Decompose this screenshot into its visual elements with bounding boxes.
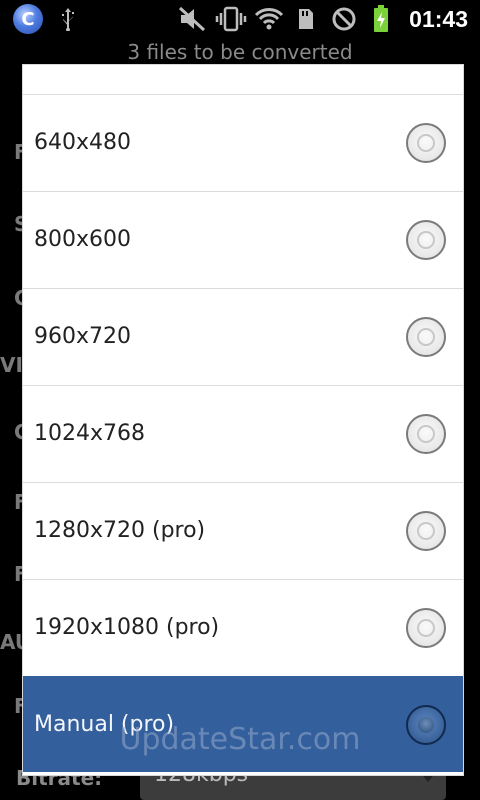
radio-button-icon[interactable] xyxy=(406,317,446,357)
usb-icon xyxy=(56,0,80,38)
resolution-option-1280x720[interactable]: 1280x720 (pro) xyxy=(23,482,463,578)
option-label: 1280x720 (pro) xyxy=(34,518,206,543)
status-clock: 01:43 xyxy=(409,6,468,32)
resolution-option-960x720[interactable]: 960x720 xyxy=(23,288,463,384)
resolution-dialog: 640x480 800x600 960x720 1024x768 1280x72… xyxy=(22,64,464,776)
option-label: 1024x768 xyxy=(34,421,145,446)
radio-button-icon[interactable] xyxy=(406,123,446,163)
resolution-option-640x480[interactable]: 640x480 xyxy=(23,94,463,190)
radio-button-icon[interactable] xyxy=(406,511,446,551)
watermark: UpdateStar.com xyxy=(119,722,361,757)
background-section-label: VI xyxy=(0,353,23,377)
sd-card-icon xyxy=(292,0,320,38)
mute-icon xyxy=(176,0,208,38)
radio-button-icon[interactable] xyxy=(406,608,446,648)
app-launcher-icon[interactable]: C xyxy=(10,0,46,38)
option-label: 1920x1080 (pro) xyxy=(34,615,220,640)
resolution-option-1024x768[interactable]: 1024x768 xyxy=(23,385,463,481)
files-to-convert-subtitle: 3 files to be converted xyxy=(127,40,353,64)
vibrate-icon xyxy=(214,0,248,38)
radio-button-icon[interactable] xyxy=(406,414,446,454)
no-signal-icon xyxy=(328,0,360,38)
status-bar: C 01:43 xyxy=(0,0,480,38)
option-label: 800x600 xyxy=(34,227,132,252)
option-label: 640x480 xyxy=(34,130,132,155)
option-label: 960x720 xyxy=(34,324,132,349)
resolution-option-800x600[interactable]: 800x600 xyxy=(23,191,463,287)
resolution-option-1920x1080[interactable]: 1920x1080 (pro) xyxy=(23,579,463,675)
radio-button-icon[interactable] xyxy=(406,220,446,260)
wifi-icon xyxy=(252,0,286,38)
battery-charging-icon xyxy=(370,0,392,38)
